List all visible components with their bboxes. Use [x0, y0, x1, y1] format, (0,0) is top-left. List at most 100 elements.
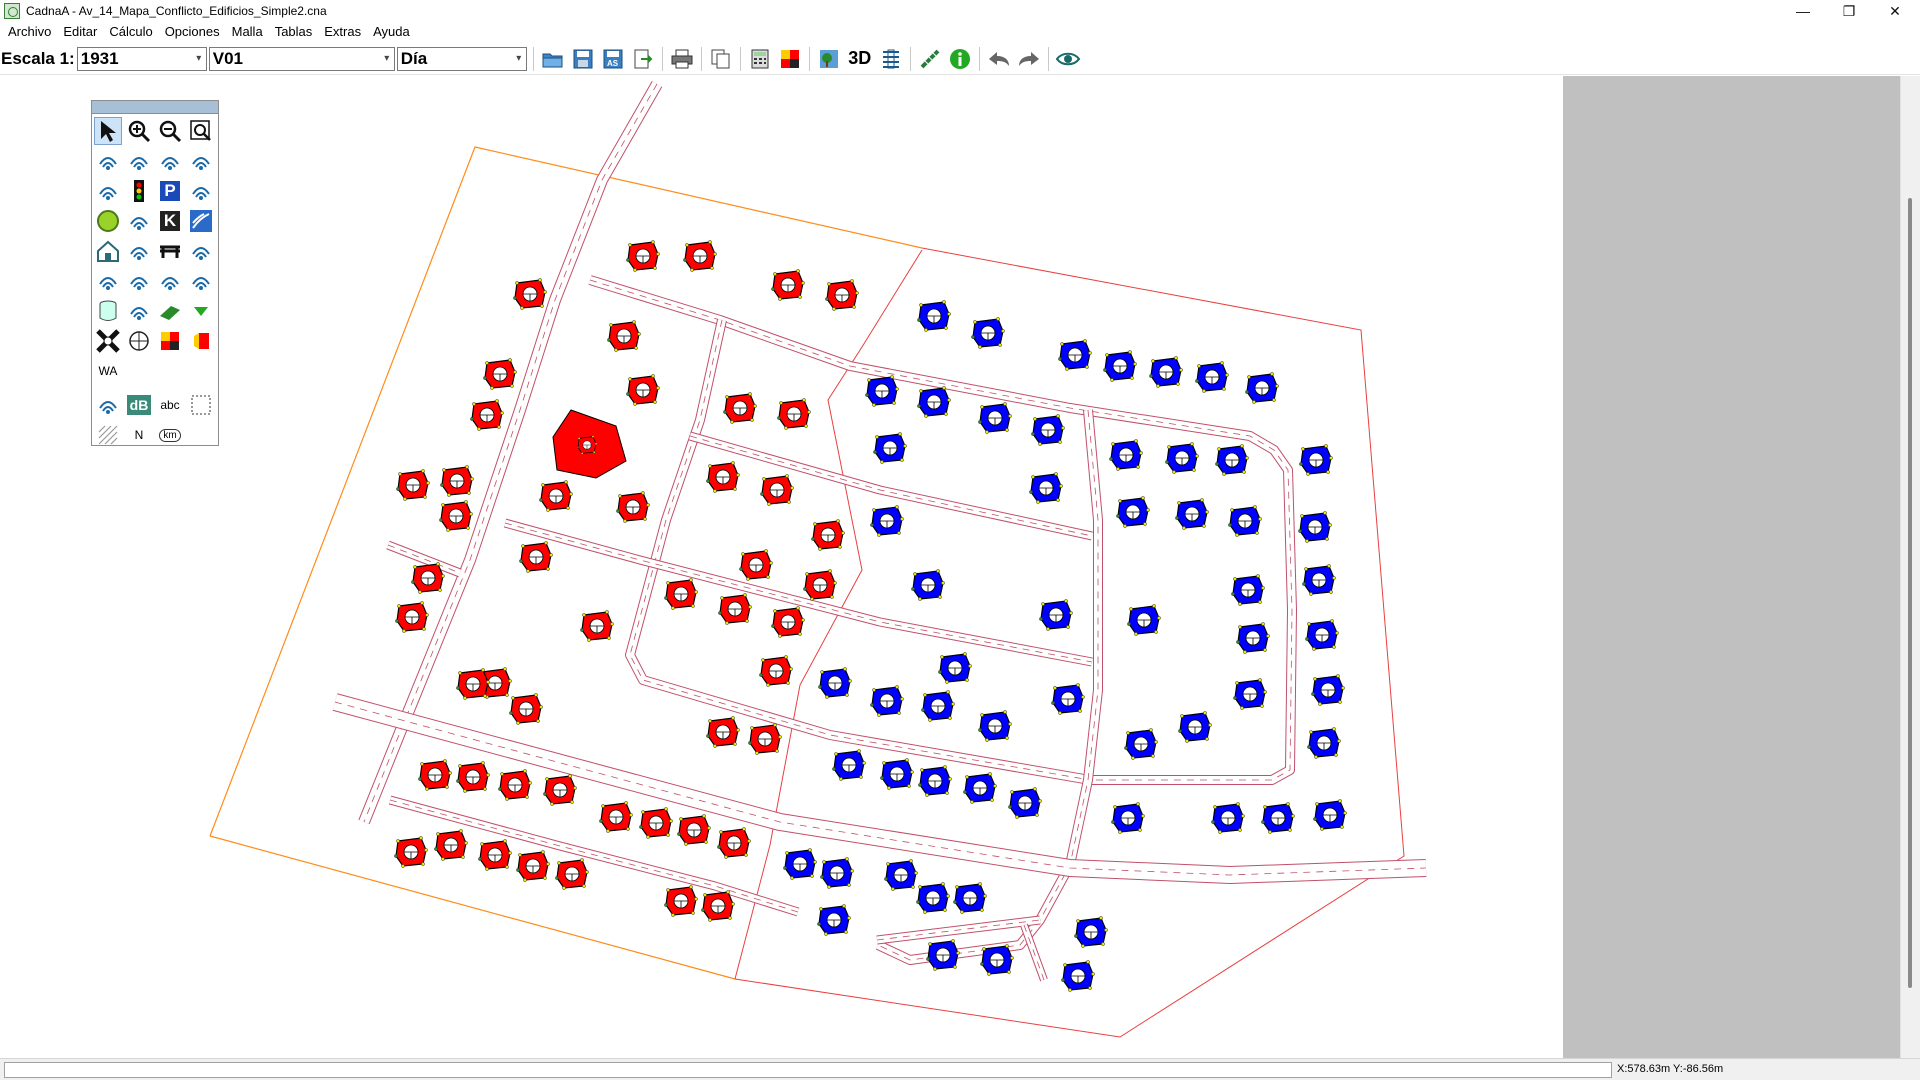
menu-tablas[interactable]: Tablas [269, 22, 319, 42]
building-blue[interactable] [1233, 678, 1267, 710]
scrollbar-thumb[interactable] [1908, 198, 1912, 988]
building-red[interactable] [418, 759, 452, 791]
building-blue[interactable] [865, 375, 899, 407]
building-blue[interactable] [1178, 711, 1212, 743]
building-blue[interactable] [873, 432, 907, 464]
building-blue[interactable] [1298, 511, 1332, 543]
building-blue[interactable] [884, 859, 918, 891]
building-blue[interactable] [1149, 356, 1183, 388]
building-blue[interactable] [1261, 802, 1295, 834]
building-blue[interactable] [1299, 444, 1333, 476]
building-red[interactable] [717, 827, 751, 859]
road-icon[interactable] [94, 177, 122, 205]
building-blue[interactable] [1215, 444, 1249, 476]
table-icon[interactable] [878, 46, 904, 72]
building-red[interactable] [607, 320, 641, 352]
grid-receiver-icon[interactable] [125, 327, 153, 355]
building-red[interactable] [395, 601, 429, 633]
building-blue[interactable] [783, 848, 817, 880]
save-icon[interactable] [570, 46, 596, 72]
building-red[interactable] [664, 885, 698, 917]
building-red[interactable] [580, 610, 614, 642]
tree-icon[interactable] [816, 46, 842, 72]
building-red[interactable] [396, 469, 430, 501]
building-red[interactable] [683, 240, 717, 272]
building-blue[interactable] [917, 300, 951, 332]
airfield-icon[interactable] [125, 207, 153, 235]
building-blue[interactable] [820, 857, 854, 889]
building-red[interactable] [483, 358, 517, 390]
radiator-icon[interactable] [187, 147, 215, 175]
building-red[interactable] [411, 562, 445, 594]
embankment-icon[interactable] [187, 267, 215, 295]
building-blue[interactable] [1103, 350, 1137, 382]
traffic-light-icon[interactable] [125, 177, 153, 205]
building-red[interactable] [701, 890, 735, 922]
building-blue[interactable] [1228, 505, 1262, 537]
chevron-down-icon[interactable]: ▾ [512, 48, 526, 70]
map-canvas[interactable] [0, 76, 1563, 1058]
building-blue[interactable] [1051, 683, 1085, 715]
building-blue[interactable] [1307, 727, 1341, 759]
building-blue[interactable] [1311, 674, 1345, 706]
zoom-in-icon[interactable] [125, 117, 153, 145]
building-blue[interactable] [1074, 916, 1108, 948]
building-blue[interactable] [916, 882, 950, 914]
building-blue[interactable] [1061, 960, 1095, 992]
building-red[interactable] [470, 399, 504, 431]
building-red[interactable] [706, 461, 740, 493]
open-folder-icon[interactable] [540, 46, 566, 72]
building-blue[interactable] [921, 690, 955, 722]
ruler-icon[interactable] [917, 46, 943, 72]
export-icon[interactable] [630, 46, 656, 72]
map-drawing[interactable] [0, 76, 1563, 1058]
building-red[interactable] [706, 716, 740, 748]
building-blue[interactable] [911, 569, 945, 601]
road[interactable] [625, 318, 1091, 785]
building-blue[interactable] [1195, 361, 1229, 393]
save-as-icon[interactable]: AS [600, 46, 626, 72]
wave-icon[interactable] [187, 207, 215, 235]
cylinder-icon[interactable] [94, 297, 122, 325]
building-blue[interactable] [978, 710, 1012, 742]
zoom-out-icon[interactable] [156, 117, 184, 145]
building-red[interactable] [616, 491, 650, 523]
building-red[interactable] [498, 769, 532, 801]
grid-map-icon[interactable] [777, 46, 803, 72]
wa-icon[interactable]: WA [94, 357, 122, 385]
line-source-icon[interactable] [125, 147, 153, 175]
selection-box-icon[interactable] [187, 391, 215, 419]
building-blue[interactable] [817, 904, 851, 936]
menu-calculo[interactable]: Cálculo [103, 22, 158, 42]
building-red[interactable] [825, 279, 859, 311]
menu-ayuda[interactable]: Ayuda [367, 22, 416, 42]
building-blue[interactable] [1058, 339, 1092, 371]
building-blue[interactable] [1111, 802, 1145, 834]
text-icon[interactable]: abc [156, 391, 184, 419]
building-red[interactable] [777, 398, 811, 430]
building-blue[interactable] [1165, 442, 1199, 474]
building-red[interactable] [626, 374, 660, 406]
building-blue[interactable] [880, 758, 914, 790]
menu-extras[interactable]: Extras [318, 22, 367, 42]
building-red[interactable] [456, 761, 490, 793]
vertical-scrollbar[interactable] [1900, 76, 1920, 1058]
3d-reflector-icon[interactable] [125, 297, 153, 325]
building-red[interactable] [519, 541, 553, 573]
building-blue[interactable] [1124, 728, 1158, 760]
terrain-icon[interactable] [187, 237, 215, 265]
building-blue[interactable] [1127, 604, 1161, 636]
building-blue[interactable] [980, 944, 1014, 976]
building-blue[interactable] [1231, 574, 1265, 606]
building-blue[interactable] [971, 317, 1005, 349]
building-red[interactable] [434, 829, 468, 861]
undo-icon[interactable] [986, 46, 1012, 72]
redo-icon[interactable] [1016, 46, 1042, 72]
building-blue[interactable] [1236, 622, 1270, 654]
variant-combo[interactable]: V01 ▾ [208, 46, 395, 71]
area-source-icon[interactable] [156, 147, 184, 175]
building-blue[interactable] [1245, 372, 1279, 404]
building-red[interactable] [478, 839, 512, 871]
building-icon[interactable] [94, 237, 122, 265]
building-blue[interactable] [918, 765, 952, 797]
